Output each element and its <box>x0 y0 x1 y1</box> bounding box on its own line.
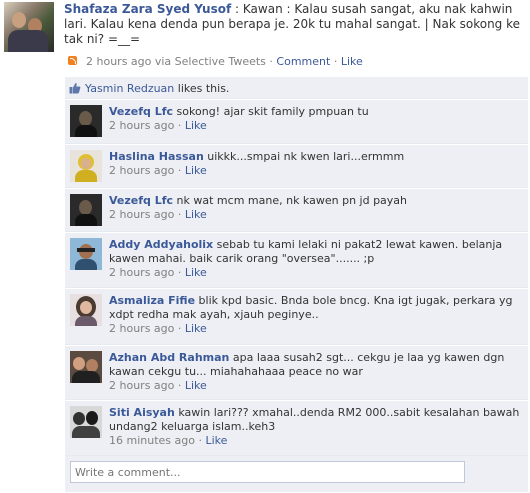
comment-content: Haslina Hassan uikkk...smpai nk kwen lar… <box>109 150 521 178</box>
comment-like-link[interactable]: Like <box>185 164 207 177</box>
comment-meta: 2 hours ago · Like <box>109 379 207 392</box>
feedback-section: Yasmin Redzuan likes this. Vezefq Lfc so… <box>65 77 528 492</box>
comment-like-link[interactable]: Like <box>185 266 207 279</box>
comment-meta: 2 hours ago · Like <box>109 119 207 132</box>
post-meta: 2 hours ago via Selective Tweets · Comme… <box>68 55 363 68</box>
comment-item: Siti Aisyah kawin lari??? xmahal..denda … <box>65 401 528 456</box>
commenter-avatar[interactable] <box>70 351 102 383</box>
comment-like-link[interactable]: Like <box>185 379 207 392</box>
commenter-name[interactable]: Vezefq Lfc <box>109 105 173 118</box>
post-body: Shafaza Zara Syed Yusof : Kawan : Kalau … <box>64 2 524 47</box>
commenter-avatar[interactable] <box>70 105 102 137</box>
commenter-avatar[interactable] <box>70 194 102 226</box>
thumbs-up-icon <box>69 83 81 94</box>
comment-text: uikkk...smpai nk kwen lari...ermmm <box>207 150 405 163</box>
rss-icon <box>68 56 77 65</box>
comment-item: Haslina Hassan uikkk...smpai nk kwen lar… <box>65 145 528 188</box>
comment-composer <box>65 456 528 492</box>
liker-name[interactable]: Yasmin Redzuan <box>85 82 174 95</box>
comment-text: nk wat mcm mane, nk kawen pn jd payah <box>176 194 408 207</box>
commenter-avatar[interactable] <box>70 294 102 326</box>
author-avatar[interactable] <box>4 2 54 52</box>
comment-item: Vezefq Lfc nk wat mcm mane, nk kawen pn … <box>65 189 528 232</box>
comment-like-link[interactable]: Like <box>205 434 227 447</box>
commenter-name[interactable]: Azhan Abd Rahman <box>109 351 229 364</box>
comment-like-link[interactable]: Like <box>185 119 207 132</box>
comment-item: Azhan Abd Rahman apa laaa susah2 sgt... … <box>65 346 528 400</box>
comment-content: Azhan Abd Rahman apa laaa susah2 sgt... … <box>109 351 521 393</box>
comment-meta: 2 hours ago · Like <box>109 208 207 221</box>
post-timestamp: 2 hours ago via Selective Tweets <box>86 55 266 68</box>
comment-text: sokong! ajar skit family pmpuan tu <box>176 105 369 118</box>
status-post: Shafaza Zara Syed Yusof : Kawan : Kalau … <box>0 0 530 80</box>
comment-like-link[interactable]: Like <box>185 322 207 335</box>
comment-meta: 2 hours ago · Like <box>109 164 207 177</box>
commenter-avatar[interactable] <box>70 238 102 270</box>
comment-item: Addy Addyaholix sebab tu kami lelaki ni … <box>65 233 528 288</box>
comment-meta: 16 minutes ago · Like <box>109 434 228 447</box>
comment-like-link[interactable]: Like <box>185 208 207 221</box>
write-comment-input[interactable] <box>70 461 465 483</box>
commenter-name[interactable]: Siti Aisyah <box>109 406 175 419</box>
comment-content: Vezefq Lfc sokong! ajar skit family pmpu… <box>109 105 521 133</box>
commenter-avatar[interactable] <box>70 406 102 438</box>
commenter-name[interactable]: Vezefq Lfc <box>109 194 173 207</box>
comment-item: Vezefq Lfc sokong! ajar skit family pmpu… <box>65 100 528 144</box>
comment-content: Asmaliza Fifie blik kpd basic. Bnda bole… <box>109 294 521 336</box>
commenter-name[interactable]: Addy Addyaholix <box>109 238 213 251</box>
comment-meta: 2 hours ago · Like <box>109 266 207 279</box>
comment-content: Addy Addyaholix sebab tu kami lelaki ni … <box>109 238 521 280</box>
comment-meta: 2 hours ago · Like <box>109 322 207 335</box>
likes-row: Yasmin Redzuan likes this. <box>65 77 528 99</box>
commenter-avatar[interactable] <box>70 150 102 182</box>
comment-content: Vezefq Lfc nk wat mcm mane, nk kawen pn … <box>109 194 521 222</box>
commenter-name[interactable]: Haslina Hassan <box>109 150 204 163</box>
comment-content: Siti Aisyah kawin lari??? xmahal..denda … <box>109 406 521 448</box>
commenter-name[interactable]: Asmaliza Fifie <box>109 294 195 307</box>
post-author-name[interactable]: Shafaza Zara Syed Yusof <box>64 2 231 16</box>
comment-item: Asmaliza Fifie blik kpd basic. Bnda bole… <box>65 289 528 345</box>
likes-suffix: likes this. <box>174 82 230 95</box>
comment-link[interactable]: Comment <box>276 55 330 68</box>
like-link[interactable]: Like <box>341 55 363 68</box>
